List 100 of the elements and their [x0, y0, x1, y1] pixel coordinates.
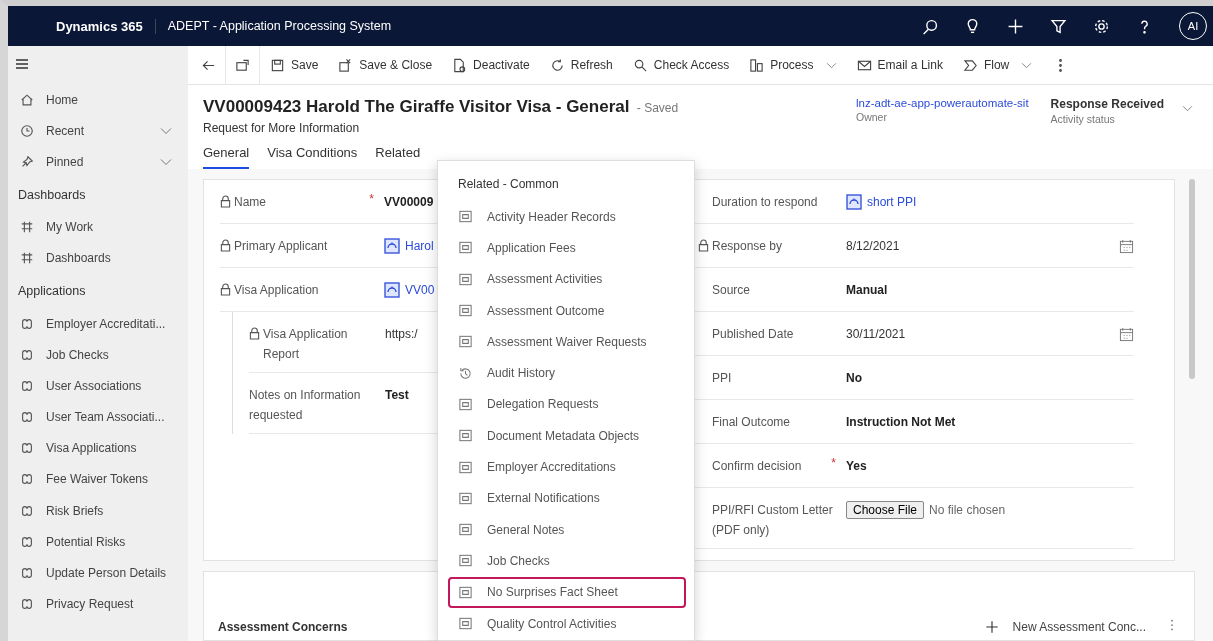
nav-item[interactable]: Pinned	[8, 146, 188, 178]
section-title: Assessment Concerns	[218, 620, 348, 634]
chevron-icon[interactable]	[825, 61, 837, 69]
tab[interactable]: Related	[375, 141, 421, 169]
record-title: VV00009423 Harold The Giraffe Visitor Visa - General	[203, 97, 630, 116]
field-label: Confirm decision	[712, 458, 803, 475]
plus-icon[interactable]	[1007, 17, 1024, 35]
scrollbar[interactable]	[1189, 179, 1195, 379]
more-icon[interactable]	[1170, 618, 1174, 632]
url-value[interactable]: https:/	[385, 327, 418, 341]
new-record-button[interactable]: New Assessment Conc...	[984, 620, 1146, 634]
app-title[interactable]: ADEPT - Application Processing System	[155, 19, 392, 33]
date-value[interactable]: 8/12/2021	[846, 239, 900, 253]
field-value: Manual	[846, 283, 888, 297]
record-icon	[458, 584, 473, 600]
command-button[interactable]: Process	[739, 46, 847, 84]
field-label: Primary Applicant	[234, 238, 329, 255]
more-icon	[1059, 58, 1063, 72]
nav-item[interactable]: Risk Briefs	[8, 495, 188, 527]
tab[interactable]: General	[203, 141, 250, 169]
menu-item[interactable]: Employer Accreditations	[448, 451, 686, 483]
field-label: Duration to respond	[712, 194, 819, 211]
puzzle-icon	[20, 534, 34, 549]
field-value: Yes	[846, 459, 867, 473]
field-value: No	[846, 371, 862, 385]
nav-item[interactable]: Job Checks	[8, 339, 188, 371]
calendar-icon[interactable]	[1119, 326, 1134, 342]
record-icon	[458, 271, 473, 287]
search-icon[interactable]	[921, 17, 938, 35]
menu-header: Related - Common	[457, 176, 560, 193]
menu-item[interactable]: Assessment Waiver Requests	[448, 326, 686, 358]
menu-item[interactable]: Delegation Requests	[448, 388, 686, 421]
command-button[interactable]: Deactivate	[442, 46, 540, 84]
nav-item[interactable]: Home	[8, 84, 188, 116]
record-icon	[458, 334, 473, 350]
owner-link[interactable]: lnz-adt-ae-app-powerautomate-sit	[856, 97, 1029, 109]
command-button[interactable]: Email a Link	[846, 46, 953, 84]
nav-item[interactable]: Dashboards	[8, 242, 188, 274]
field-label: PPI	[712, 370, 733, 387]
field-label: Final Outcome	[712, 414, 792, 431]
calendar-icon[interactable]	[1119, 238, 1134, 254]
field-label: PPI/RFI Custom Letter (PDF only)	[712, 502, 834, 539]
menu-item[interactable]: Activity Header Records	[448, 201, 686, 233]
record-icon	[384, 282, 400, 298]
choose-file-button[interactable]: Choose File	[846, 501, 925, 519]
menu-item[interactable]: No Surprises Fact Sheet	[448, 576, 686, 608]
menu-item[interactable]: External Notifications	[448, 482, 686, 514]
field-value: Instruction Not Met	[846, 415, 956, 429]
puzzle-icon	[20, 378, 34, 393]
grid-icon	[20, 220, 34, 235]
nav-item[interactable]: Privacy Request	[8, 588, 188, 620]
flow-icon	[962, 57, 978, 73]
nav-item[interactable]: Update Person Details	[8, 557, 188, 589]
lookup-link[interactable]: VV00	[405, 283, 435, 297]
record-icon	[458, 428, 473, 444]
field-label: Name	[234, 194, 267, 211]
brand-name[interactable]: Dynamics 365	[8, 18, 156, 34]
field-value: VV00009	[384, 195, 434, 209]
lookup-link[interactable]: Harol	[405, 239, 434, 253]
activity-status-label: Activity status	[1050, 113, 1116, 125]
field-label: Source	[712, 282, 752, 299]
menu-item[interactable]: Assessment Outcome	[448, 294, 686, 327]
puzzle-icon	[20, 566, 34, 581]
record-icon	[458, 490, 473, 506]
clock-icon	[20, 123, 34, 138]
menu-item[interactable]: General Notes	[448, 513, 686, 546]
menu-item[interactable]: Job Checks	[448, 545, 686, 577]
command-button[interactable]: Save	[260, 46, 329, 84]
record-icon	[458, 396, 473, 412]
command-button[interactable]: Check Access	[622, 46, 740, 84]
menu-item[interactable]: Application Fees	[448, 232, 686, 264]
nav-item[interactable]: Fee Waiver Tokens	[8, 463, 188, 496]
owner-label: Owner	[856, 111, 888, 123]
command-button[interactable]: Flow	[952, 46, 1043, 84]
filter-icon[interactable]	[1050, 17, 1067, 35]
chevron-icon[interactable]	[1021, 61, 1033, 69]
menu-item[interactable]: Quality Control Activities	[448, 607, 686, 640]
chevron-icon[interactable]	[1182, 105, 1193, 112]
save-icon	[270, 57, 285, 73]
history-icon	[458, 365, 473, 381]
date-value[interactable]: 30/11/2021	[846, 327, 906, 341]
nav-item[interactable]: User Associations	[8, 370, 188, 402]
menu-item[interactable]: Assessment Activities	[448, 263, 686, 295]
pin-icon	[20, 154, 34, 169]
popout-icon	[235, 57, 250, 73]
settings-icon[interactable]	[1093, 17, 1110, 35]
nav-item[interactable]: Employer Accreditati...	[8, 307, 188, 340]
menu-icon[interactable]	[14, 56, 30, 72]
command-button[interactable]: Save & Close	[328, 46, 443, 84]
nav-item[interactable]: Potential Risks	[8, 526, 188, 558]
nav-item[interactable]: Recent	[8, 115, 188, 147]
nav-item[interactable]: Visa Applications	[8, 432, 188, 464]
nav-item[interactable]: My Work	[8, 211, 188, 243]
lookup-link[interactable]: short PPI	[867, 195, 917, 209]
menu-item[interactable]: Document Metadata Objects	[448, 420, 686, 452]
command-button[interactable]: Refresh	[539, 46, 623, 84]
nav-item[interactable]: User Team Associati...	[8, 401, 188, 433]
menu-item[interactable]: Audit History	[448, 357, 686, 389]
field-label: Published Date	[712, 326, 795, 343]
tab[interactable]: Visa Conditions	[267, 141, 358, 169]
